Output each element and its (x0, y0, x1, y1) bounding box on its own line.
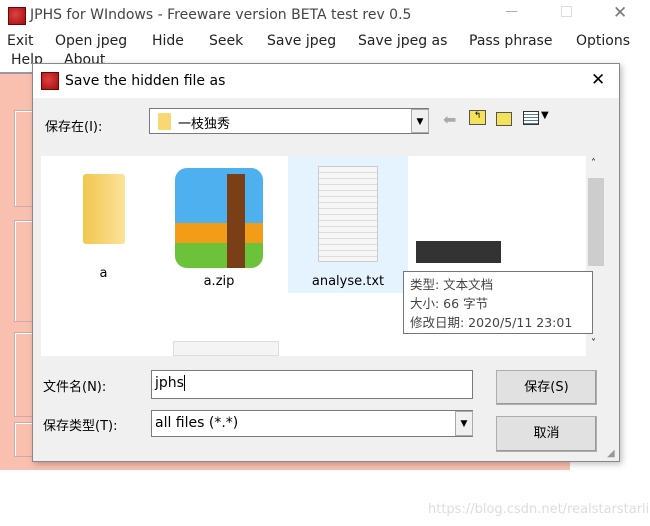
save-in-dropdown[interactable]: 一枝独秀 ▼ (149, 108, 429, 134)
scrollbar-thumb[interactable] (588, 178, 604, 266)
window-title: JPHS for WIndows - Freeware version BETA… (30, 7, 412, 23)
up-folder-icon[interactable]: ↰ (469, 110, 486, 125)
minimize-button[interactable]: — (505, 4, 518, 19)
tooltip-size: 大小: 66 字节 (410, 296, 489, 311)
image-thumbnail[interactable] (173, 341, 279, 356)
zip-icon (175, 168, 263, 268)
chevron-down-icon[interactable]: ▼ (455, 411, 473, 436)
folder-icon (158, 113, 171, 130)
menu-options[interactable]: Options (576, 33, 630, 49)
app-icon (41, 72, 59, 90)
view-menu-icon[interactable] (523, 111, 539, 125)
menu-exit[interactable]: Exit (7, 33, 34, 49)
scroll-up-icon[interactable]: ˄ (591, 158, 596, 169)
app-icon (8, 7, 26, 25)
file-item-a[interactable]: a (61, 174, 146, 281)
new-folder-icon[interactable] (496, 112, 512, 126)
resize-grip-icon[interactable]: ◢ (607, 448, 615, 459)
maximize-button[interactable] (561, 6, 572, 17)
folder-icon (82, 174, 125, 244)
save-button[interactable]: 保存(S) (496, 370, 597, 405)
dialog-title-bar: Save the hidden file as ✕ (33, 64, 619, 98)
close-icon[interactable]: ✕ (591, 70, 605, 90)
file-tooltip: 类型: 文本文档 大小: 66 字节 修改日期: 2020/5/11 23:01 (403, 271, 593, 334)
filetype-dropdown[interactable]: all files (*.*) ▼ (151, 410, 473, 437)
image-thumbnail[interactable] (416, 241, 501, 263)
file-name: a (99, 266, 108, 281)
cancel-button[interactable]: 取消 (496, 416, 597, 452)
file-item-a-zip[interactable]: a.zip (169, 168, 269, 289)
chevron-down-icon[interactable]: ▼ (541, 110, 549, 121)
menu-hide[interactable]: Hide (152, 33, 184, 49)
tooltip-type: 类型: 文本文档 (410, 277, 494, 292)
filename-label: 文件名(N): (43, 380, 107, 395)
scroll-down-icon[interactable]: ˅ (591, 338, 596, 349)
chevron-down-icon[interactable]: ▼ (411, 109, 429, 133)
text-file-icon (318, 166, 378, 262)
filename-input[interactable]: jphs (151, 370, 473, 399)
file-name: a.zip (203, 274, 235, 289)
back-icon[interactable]: ⬅ (443, 110, 456, 129)
tooltip-modified: 修改日期: 2020/5/11 23:01 (410, 315, 573, 330)
menu-save-jpeg[interactable]: Save jpeg (267, 33, 336, 49)
main-title-bar: JPHS for WIndows - Freeware version BETA… (0, 0, 650, 30)
save-in-label: 保存在(I): (45, 120, 103, 135)
filetype-label: 保存类型(T): (43, 419, 118, 434)
watermark: https://blog.csdn.net/realstarstarli (428, 502, 650, 517)
menu-seek[interactable]: Seek (209, 33, 243, 49)
menu-pass-phrase[interactable]: Pass phrase (469, 33, 552, 49)
close-button[interactable]: ✕ (613, 3, 627, 23)
menu-open-jpeg[interactable]: Open jpeg (55, 33, 127, 49)
filetype-value: all files (*.*) (155, 415, 239, 431)
file-name: analyse.txt (311, 274, 385, 289)
save-in-value: 一枝独秀 (178, 117, 231, 132)
save-dialog: Save the hidden file as ✕ 保存在(I): 一枝独秀 ▼… (32, 63, 620, 462)
file-item-analyse-txt[interactable]: analyse.txt (288, 156, 408, 293)
dialog-title: Save the hidden file as (65, 73, 226, 89)
menu-save-jpeg-as[interactable]: Save jpeg as (358, 33, 447, 49)
